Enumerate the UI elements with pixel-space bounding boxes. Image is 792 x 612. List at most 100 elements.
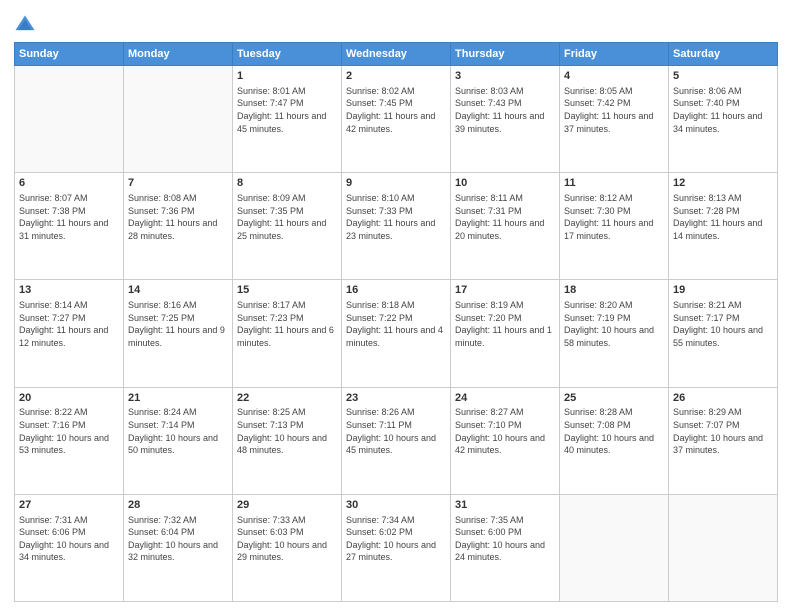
day-info: Sunrise: 8:28 AMSunset: 7:08 PMDaylight:… [564, 406, 664, 456]
calendar-cell: 13Sunrise: 8:14 AMSunset: 7:27 PMDayligh… [15, 280, 124, 387]
calendar-cell: 7Sunrise: 8:08 AMSunset: 7:36 PMDaylight… [124, 173, 233, 280]
weekday-header-monday: Monday [124, 43, 233, 66]
day-number: 29 [237, 498, 337, 513]
calendar-cell: 26Sunrise: 8:29 AMSunset: 7:07 PMDayligh… [669, 387, 778, 494]
day-number: 18 [564, 283, 664, 298]
calendar-cell: 10Sunrise: 8:11 AMSunset: 7:31 PMDayligh… [451, 173, 560, 280]
day-info: Sunrise: 8:02 AMSunset: 7:45 PMDaylight:… [346, 85, 446, 135]
day-info: Sunrise: 8:06 AMSunset: 7:40 PMDaylight:… [673, 85, 773, 135]
day-number: 13 [19, 283, 119, 298]
calendar-cell: 31Sunrise: 7:35 AMSunset: 6:00 PMDayligh… [451, 494, 560, 601]
header [14, 10, 778, 36]
day-number: 30 [346, 498, 446, 513]
day-info: Sunrise: 7:33 AMSunset: 6:03 PMDaylight:… [237, 514, 337, 564]
calendar-cell [15, 66, 124, 173]
week-row-3: 13Sunrise: 8:14 AMSunset: 7:27 PMDayligh… [15, 280, 778, 387]
logo [14, 14, 38, 36]
calendar-cell: 30Sunrise: 7:34 AMSunset: 6:02 PMDayligh… [342, 494, 451, 601]
day-number: 24 [455, 391, 555, 406]
calendar-cell: 22Sunrise: 8:25 AMSunset: 7:13 PMDayligh… [233, 387, 342, 494]
day-info: Sunrise: 8:08 AMSunset: 7:36 PMDaylight:… [128, 192, 228, 242]
day-number: 23 [346, 391, 446, 406]
calendar-cell: 1Sunrise: 8:01 AMSunset: 7:47 PMDaylight… [233, 66, 342, 173]
day-number: 11 [564, 176, 664, 191]
calendar-cell: 27Sunrise: 7:31 AMSunset: 6:06 PMDayligh… [15, 494, 124, 601]
day-info: Sunrise: 8:25 AMSunset: 7:13 PMDaylight:… [237, 406, 337, 456]
calendar-cell: 3Sunrise: 8:03 AMSunset: 7:43 PMDaylight… [451, 66, 560, 173]
day-info: Sunrise: 7:34 AMSunset: 6:02 PMDaylight:… [346, 514, 446, 564]
calendar-cell: 21Sunrise: 8:24 AMSunset: 7:14 PMDayligh… [124, 387, 233, 494]
day-number: 14 [128, 283, 228, 298]
day-info: Sunrise: 8:03 AMSunset: 7:43 PMDaylight:… [455, 85, 555, 135]
day-number: 16 [346, 283, 446, 298]
day-number: 27 [19, 498, 119, 513]
calendar-cell: 23Sunrise: 8:26 AMSunset: 7:11 PMDayligh… [342, 387, 451, 494]
day-info: Sunrise: 8:14 AMSunset: 7:27 PMDaylight:… [19, 299, 119, 349]
logo-icon [14, 14, 36, 36]
day-number: 6 [19, 176, 119, 191]
day-number: 22 [237, 391, 337, 406]
calendar-cell [560, 494, 669, 601]
day-info: Sunrise: 8:20 AMSunset: 7:19 PMDaylight:… [564, 299, 664, 349]
day-info: Sunrise: 7:32 AMSunset: 6:04 PMDaylight:… [128, 514, 228, 564]
calendar-cell: 18Sunrise: 8:20 AMSunset: 7:19 PMDayligh… [560, 280, 669, 387]
day-number: 4 [564, 69, 664, 84]
day-info: Sunrise: 8:09 AMSunset: 7:35 PMDaylight:… [237, 192, 337, 242]
day-info: Sunrise: 8:19 AMSunset: 7:20 PMDaylight:… [455, 299, 555, 349]
day-info: Sunrise: 8:13 AMSunset: 7:28 PMDaylight:… [673, 192, 773, 242]
weekday-header-wednesday: Wednesday [342, 43, 451, 66]
day-number: 26 [673, 391, 773, 406]
calendar-cell: 6Sunrise: 8:07 AMSunset: 7:38 PMDaylight… [15, 173, 124, 280]
week-row-4: 20Sunrise: 8:22 AMSunset: 7:16 PMDayligh… [15, 387, 778, 494]
day-number: 15 [237, 283, 337, 298]
calendar-cell: 28Sunrise: 7:32 AMSunset: 6:04 PMDayligh… [124, 494, 233, 601]
day-number: 20 [19, 391, 119, 406]
weekday-header-friday: Friday [560, 43, 669, 66]
day-info: Sunrise: 8:17 AMSunset: 7:23 PMDaylight:… [237, 299, 337, 349]
calendar-cell: 4Sunrise: 8:05 AMSunset: 7:42 PMDaylight… [560, 66, 669, 173]
calendar-cell: 29Sunrise: 7:33 AMSunset: 6:03 PMDayligh… [233, 494, 342, 601]
day-info: Sunrise: 8:05 AMSunset: 7:42 PMDaylight:… [564, 85, 664, 135]
day-number: 3 [455, 69, 555, 84]
calendar-cell [669, 494, 778, 601]
day-number: 28 [128, 498, 228, 513]
day-info: Sunrise: 8:18 AMSunset: 7:22 PMDaylight:… [346, 299, 446, 349]
day-number: 7 [128, 176, 228, 191]
day-info: Sunrise: 8:10 AMSunset: 7:33 PMDaylight:… [346, 192, 446, 242]
calendar-cell: 17Sunrise: 8:19 AMSunset: 7:20 PMDayligh… [451, 280, 560, 387]
day-number: 9 [346, 176, 446, 191]
day-info: Sunrise: 8:29 AMSunset: 7:07 PMDaylight:… [673, 406, 773, 456]
calendar-cell: 12Sunrise: 8:13 AMSunset: 7:28 PMDayligh… [669, 173, 778, 280]
day-info: Sunrise: 8:12 AMSunset: 7:30 PMDaylight:… [564, 192, 664, 242]
week-row-1: 1Sunrise: 8:01 AMSunset: 7:47 PMDaylight… [15, 66, 778, 173]
day-number: 12 [673, 176, 773, 191]
weekday-header-tuesday: Tuesday [233, 43, 342, 66]
calendar-cell: 16Sunrise: 8:18 AMSunset: 7:22 PMDayligh… [342, 280, 451, 387]
week-row-2: 6Sunrise: 8:07 AMSunset: 7:38 PMDaylight… [15, 173, 778, 280]
day-number: 8 [237, 176, 337, 191]
day-number: 10 [455, 176, 555, 191]
weekday-header-saturday: Saturday [669, 43, 778, 66]
calendar-cell: 5Sunrise: 8:06 AMSunset: 7:40 PMDaylight… [669, 66, 778, 173]
day-number: 1 [237, 69, 337, 84]
day-number: 21 [128, 391, 228, 406]
day-number: 5 [673, 69, 773, 84]
day-info: Sunrise: 8:27 AMSunset: 7:10 PMDaylight:… [455, 406, 555, 456]
day-info: Sunrise: 8:26 AMSunset: 7:11 PMDaylight:… [346, 406, 446, 456]
weekday-header-sunday: Sunday [15, 43, 124, 66]
calendar-cell: 14Sunrise: 8:16 AMSunset: 7:25 PMDayligh… [124, 280, 233, 387]
day-info: Sunrise: 8:24 AMSunset: 7:14 PMDaylight:… [128, 406, 228, 456]
weekday-header-row: SundayMondayTuesdayWednesdayThursdayFrid… [15, 43, 778, 66]
day-number: 25 [564, 391, 664, 406]
day-number: 31 [455, 498, 555, 513]
day-info: Sunrise: 8:07 AMSunset: 7:38 PMDaylight:… [19, 192, 119, 242]
calendar-cell: 9Sunrise: 8:10 AMSunset: 7:33 PMDaylight… [342, 173, 451, 280]
calendar-cell: 25Sunrise: 8:28 AMSunset: 7:08 PMDayligh… [560, 387, 669, 494]
calendar-cell: 11Sunrise: 8:12 AMSunset: 7:30 PMDayligh… [560, 173, 669, 280]
page: SundayMondayTuesdayWednesdayThursdayFrid… [0, 0, 792, 612]
week-row-5: 27Sunrise: 7:31 AMSunset: 6:06 PMDayligh… [15, 494, 778, 601]
day-info: Sunrise: 7:35 AMSunset: 6:00 PMDaylight:… [455, 514, 555, 564]
day-info: Sunrise: 8:01 AMSunset: 7:47 PMDaylight:… [237, 85, 337, 135]
calendar-cell: 19Sunrise: 8:21 AMSunset: 7:17 PMDayligh… [669, 280, 778, 387]
calendar-cell: 20Sunrise: 8:22 AMSunset: 7:16 PMDayligh… [15, 387, 124, 494]
